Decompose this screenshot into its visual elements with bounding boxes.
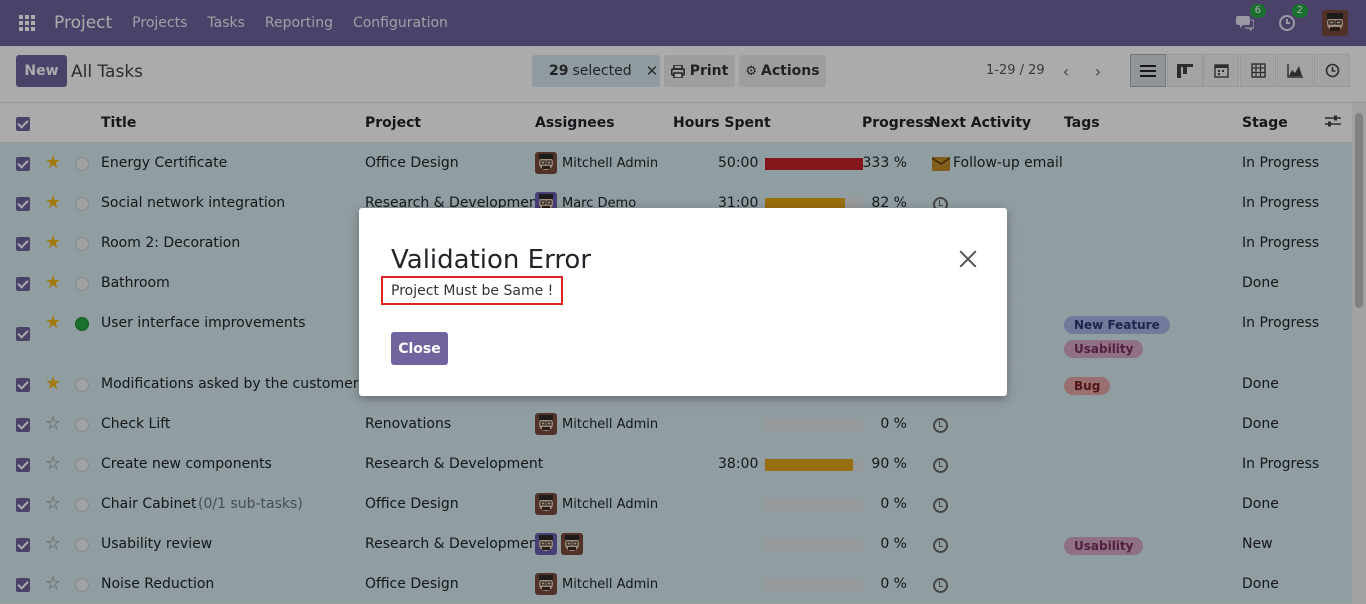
dialog-message: Project Must be Same ! (381, 276, 564, 305)
dialog-close-icon[interactable] (957, 248, 979, 270)
dialog-close-button[interactable]: Close (391, 332, 448, 365)
dialog-title: Validation Error (391, 245, 592, 275)
validation-error-dialog: Validation Error Project Must be Same ! … (359, 208, 1007, 396)
